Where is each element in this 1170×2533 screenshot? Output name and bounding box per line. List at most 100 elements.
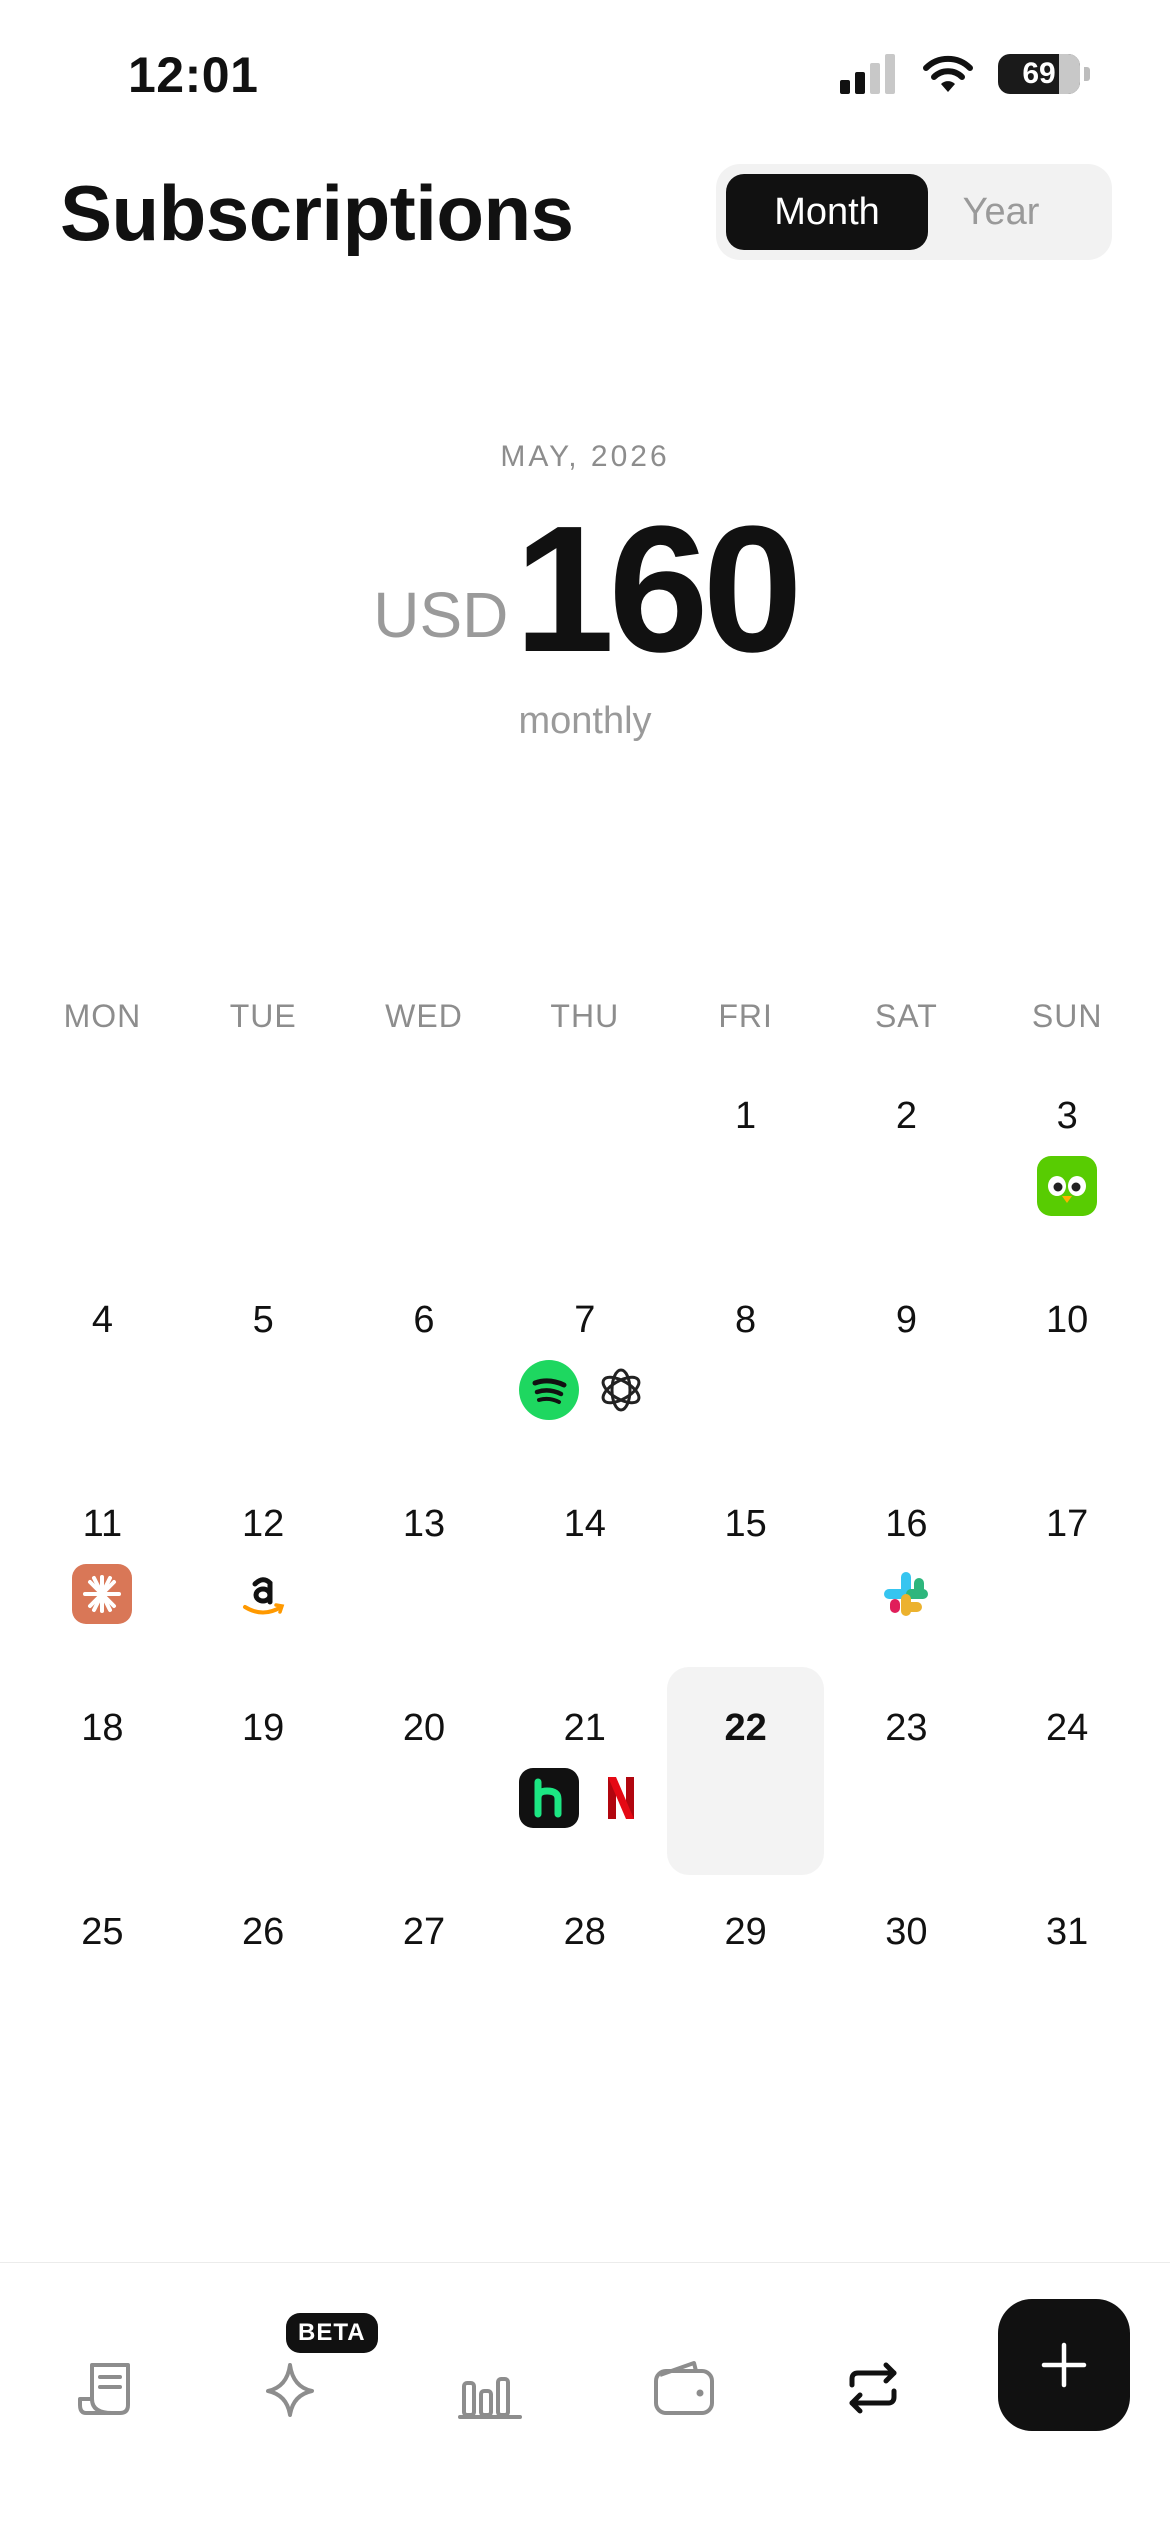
- day-number: 30: [885, 1911, 928, 1953]
- amazon-icon[interactable]: [233, 1564, 294, 1624]
- day-number: 23: [885, 1707, 928, 1749]
- weekday-sun: SUN: [1031, 998, 1103, 1034]
- day-number: 13: [402, 1503, 446, 1545]
- day-cell-18[interactable]: 18: [22, 1687, 183, 1891]
- segment-year-button[interactable]: Year: [900, 174, 1102, 250]
- day-number: 31: [1046, 1911, 1089, 1953]
- empty-cell: [344, 1075, 505, 1279]
- day-number: 12: [242, 1503, 285, 1545]
- day-cell-9[interactable]: 9: [826, 1279, 987, 1483]
- status-icons: 69: [838, 54, 1090, 94]
- day-number: 2: [895, 1095, 917, 1137]
- day-cell-28[interactable]: 28: [504, 1891, 665, 2095]
- weekday-header: MON TUE WED THU FRI SAT SUN: [22, 998, 1148, 1035]
- day-number: 26: [242, 1911, 285, 1953]
- period-label: MAY, 2026: [500, 440, 670, 473]
- day-cell-29[interactable]: 29: [665, 1891, 826, 2095]
- day-number: 1: [735, 1095, 757, 1137]
- wallet-icon: [654, 2361, 714, 2415]
- add-subscription-button[interactable]: [998, 2299, 1130, 2431]
- day-cell-16[interactable]: 16: [826, 1483, 987, 1687]
- empty-cell: [183, 1075, 344, 1279]
- day-cell-13[interactable]: 13: [344, 1483, 505, 1687]
- netflix-icon[interactable]: [590, 1768, 651, 1828]
- weekday-mon: MON: [63, 998, 142, 1034]
- day-number: 11: [82, 1503, 123, 1545]
- bar-chart-icon: [458, 2377, 522, 2419]
- day-cell-1[interactable]: 1: [665, 1075, 826, 1279]
- tab-receipts[interactable]: [52, 2333, 162, 2443]
- day-cell-11[interactable]: 11: [22, 1483, 183, 1687]
- plus-icon: [1041, 2342, 1087, 2388]
- chatgpt-icon[interactable]: [590, 1360, 651, 1420]
- currency-label: USD: [373, 579, 509, 651]
- day-cell-2[interactable]: 2: [826, 1075, 987, 1279]
- day-cell-14[interactable]: 14: [504, 1483, 665, 1687]
- day-cell-6[interactable]: 6: [344, 1279, 505, 1483]
- day-cell-12[interactable]: 12: [183, 1483, 344, 1687]
- day-cell-23[interactable]: 23: [826, 1687, 987, 1891]
- day-cell-3[interactable]: 3: [987, 1075, 1148, 1279]
- day-number: 7: [574, 1299, 596, 1341]
- day-number: 19: [242, 1707, 285, 1749]
- day-cell-10[interactable]: 10: [987, 1279, 1148, 1483]
- day-number: 18: [81, 1707, 124, 1749]
- day-cell-20[interactable]: 20: [344, 1687, 505, 1891]
- day-cell-22-today[interactable]: 22: [667, 1667, 824, 1875]
- tab-subscriptions[interactable]: [818, 2333, 928, 2443]
- day-number: 27: [402, 1911, 446, 1953]
- battery-tip: [1084, 67, 1090, 81]
- weekday-wed: WED: [385, 998, 463, 1034]
- day-number: 9: [895, 1299, 917, 1341]
- day-number: 3: [1056, 1095, 1078, 1137]
- day-cell-30[interactable]: 30: [826, 1891, 987, 2095]
- hulu-icon[interactable]: [518, 1768, 579, 1828]
- duolingo-icon[interactable]: [1037, 1156, 1098, 1216]
- day-number: 22: [724, 1707, 767, 1749]
- day-number: 24: [1046, 1707, 1089, 1749]
- day-number: 29: [724, 1911, 767, 1953]
- total-amount: USD 160: [0, 500, 1170, 680]
- tab-analytics[interactable]: [436, 2333, 546, 2443]
- day-cell-5[interactable]: 5: [183, 1279, 344, 1483]
- day-number: 20: [402, 1707, 446, 1749]
- day-number: 10: [1046, 1299, 1089, 1341]
- claude-icon[interactable]: [72, 1564, 133, 1624]
- page-title: Subscriptions: [60, 169, 574, 257]
- day-cell-17[interactable]: 17: [987, 1483, 1148, 1687]
- amount-value: 160: [514, 489, 802, 690]
- segment-month-button[interactable]: Month: [726, 174, 928, 250]
- period-segmented-control: Month Year: [716, 164, 1112, 260]
- frequency-label: monthly: [518, 700, 652, 742]
- day-number: 15: [724, 1503, 767, 1545]
- receipt-icon: [78, 2363, 130, 2415]
- day-cell-27[interactable]: 27: [344, 1891, 505, 2095]
- day-number: 16: [885, 1503, 928, 1545]
- slack-icon[interactable]: [876, 1564, 937, 1624]
- empty-cell: [504, 1075, 665, 1279]
- weekday-tue: TUE: [229, 998, 297, 1034]
- calendar-grid: 1 2 3 4 5 6 7 8 9 10 11 12 13 14 15 16 1…: [22, 1075, 1148, 2095]
- day-number: 25: [81, 1911, 124, 1953]
- weekday-thu: THU: [550, 998, 620, 1034]
- spotify-icon[interactable]: [518, 1360, 579, 1420]
- day-number: 5: [252, 1299, 274, 1341]
- day-cell-24[interactable]: 24: [987, 1687, 1148, 1891]
- day-cell-8[interactable]: 8: [665, 1279, 826, 1483]
- tab-wallet[interactable]: [628, 2333, 738, 2443]
- tab-bar: BETA: [0, 2262, 1170, 2533]
- day-cell-21[interactable]: 21: [504, 1687, 665, 1891]
- day-cell-19[interactable]: 19: [183, 1687, 344, 1891]
- day-cell-26[interactable]: 26: [183, 1891, 344, 2095]
- battery-indicator: 69: [998, 54, 1080, 94]
- day-cell-31[interactable]: 31: [987, 1891, 1148, 2095]
- beta-badge: BETA: [286, 2313, 378, 2353]
- day-cell-7[interactable]: 7: [504, 1279, 665, 1483]
- empty-cell: [22, 1075, 183, 1279]
- day-cell-25[interactable]: 25: [22, 1891, 183, 2095]
- day-number: 17: [1046, 1503, 1089, 1545]
- day-number: 14: [563, 1503, 606, 1545]
- day-cell-4[interactable]: 4: [22, 1279, 183, 1483]
- weekday-sat: SAT: [874, 998, 938, 1034]
- day-cell-15[interactable]: 15: [665, 1483, 826, 1687]
